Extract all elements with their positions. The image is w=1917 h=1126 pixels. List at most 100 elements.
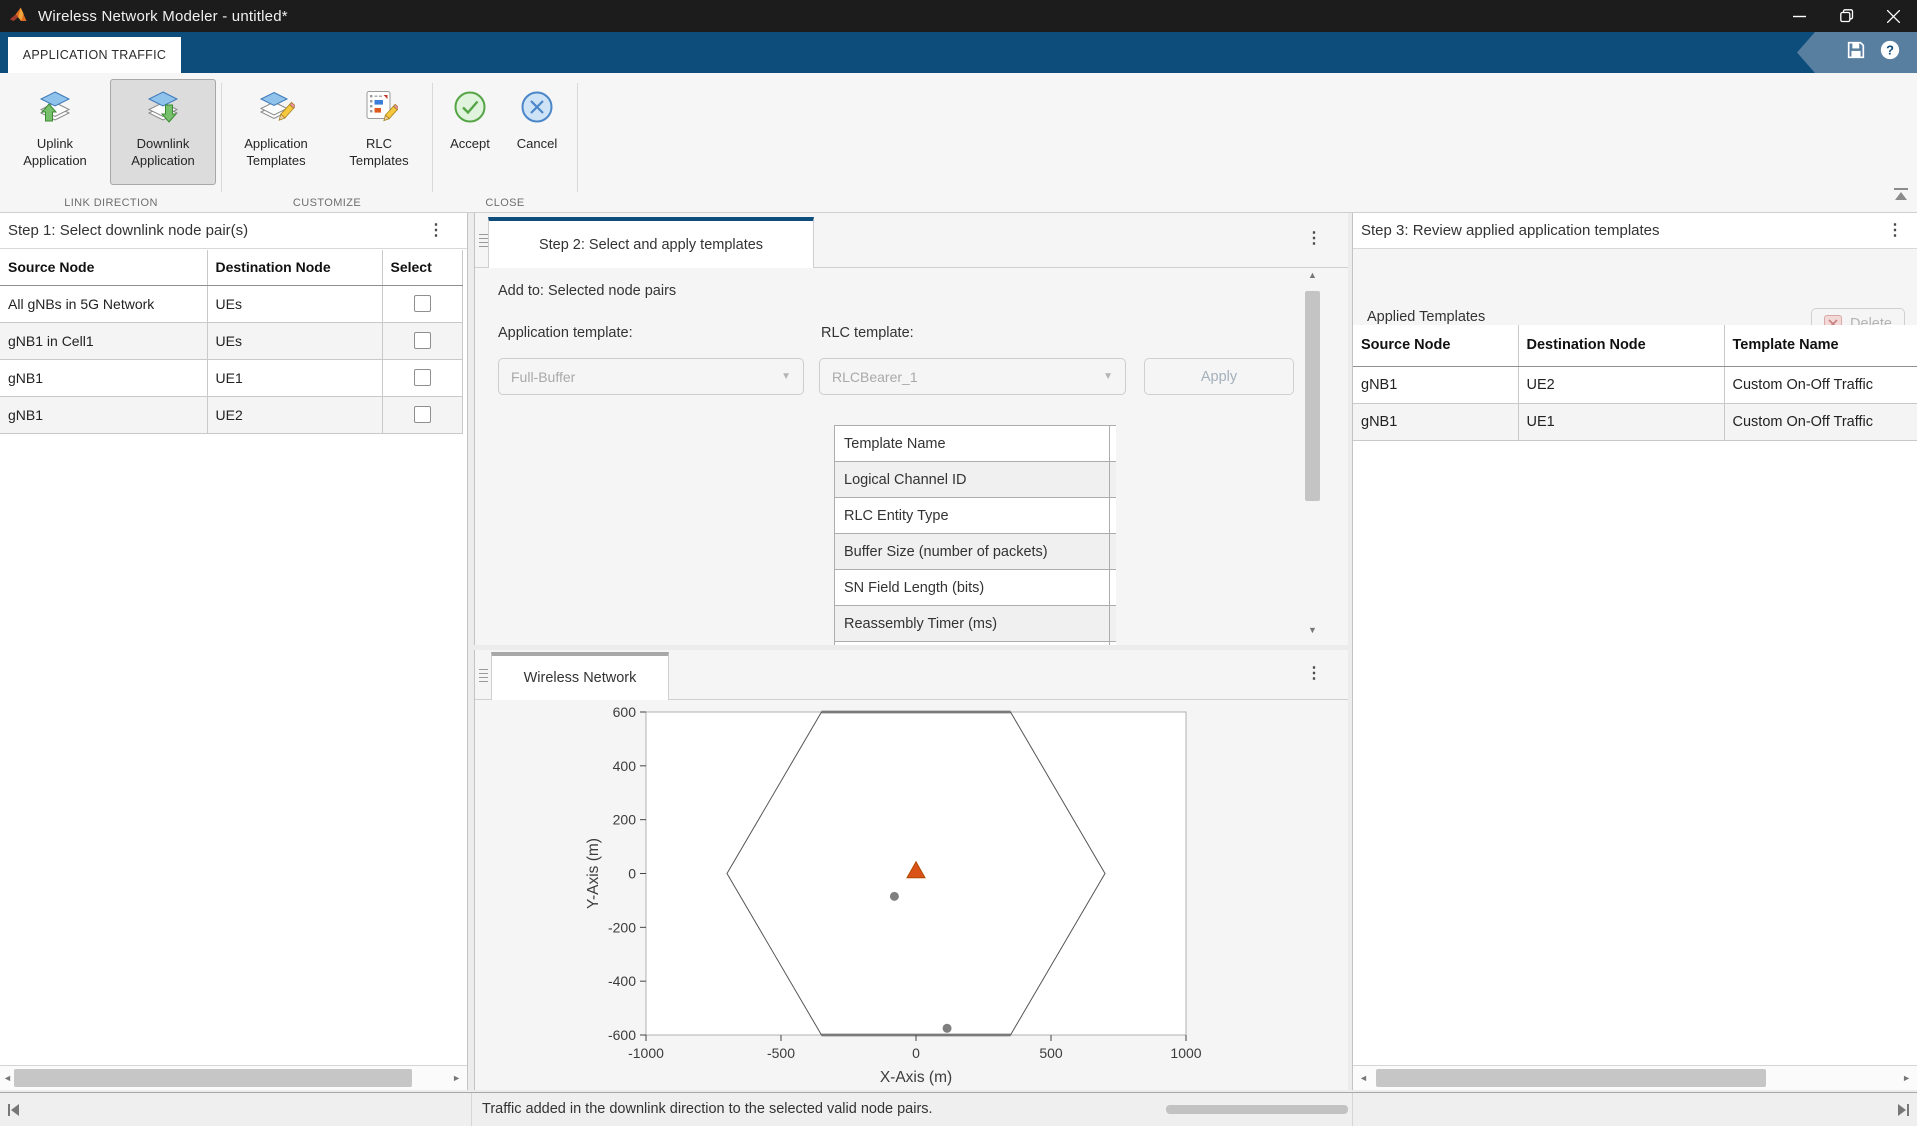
y-tick-label: 600 <box>613 704 637 720</box>
step1-title: Step 1: Select downlink node pair(s) <box>8 222 248 239</box>
step1-panel: Step 1: Select downlink node pair(s) ⋮ S… <box>0 213 468 1090</box>
panel-grip-icon[interactable] <box>479 669 488 682</box>
y-axis-label: Y-Axis (m) <box>585 838 602 909</box>
select-checkbox[interactable] <box>414 295 431 312</box>
tab-step2[interactable]: Step 2: Select and apply templates <box>488 217 814 268</box>
uplink-application-label: Uplink Application <box>23 135 87 169</box>
node-pairs-table: Source Node Destination Node Select All … <box>0 250 463 434</box>
step3-horizontal-scrollbar[interactable]: ◄ ► <box>1353 1065 1917 1090</box>
apply-button[interactable]: Apply <box>1144 358 1294 395</box>
param-row: SN Field Length (bits) <box>835 570 1117 606</box>
step1-horizontal-scrollbar[interactable]: ◄ ► <box>0 1065 467 1090</box>
status-scroll-thumb[interactable] <box>1166 1105 1348 1114</box>
col-template-name: Template Name <box>1724 325 1917 366</box>
dropdown-arrow-icon: ▼ <box>1103 371 1113 382</box>
application-template-dropdown[interactable]: Full-Buffer ▼ <box>498 358 804 395</box>
step2-menu-icon[interactable]: ⋮ <box>1306 231 1322 247</box>
tab-wireless-network[interactable]: Wireless Network <box>491 652 669 700</box>
app-window: Wireless Network Modeler - untitled* APP… <box>0 0 1917 1126</box>
ribbon-group-divider <box>432 83 433 192</box>
svg-text:?: ? <box>1886 43 1894 58</box>
table-row[interactable]: All gNBs in 5G Network UEs <box>0 285 462 322</box>
ue-marker <box>943 1024 952 1033</box>
cell-destination: UE2 <box>1518 366 1724 403</box>
table-row[interactable]: gNB1 UE2 Custom On-Off Traffic <box>1353 366 1917 403</box>
dropdown-arrow-icon: ▼ <box>781 371 791 382</box>
step3-header: Step 3: Review applied application templ… <box>1353 213 1917 249</box>
step3-menu-icon[interactable]: ⋮ <box>1887 223 1903 239</box>
minimize-button[interactable] <box>1776 0 1823 32</box>
col-select: Select <box>382 250 462 285</box>
ribbon-group-divider <box>221 83 222 192</box>
rlc-template-dropdown[interactable]: RLCBearer_1 ▼ <box>819 358 1126 395</box>
cell-source: gNB1 <box>1353 366 1518 403</box>
scroll-up-icon[interactable]: ▲ <box>1308 271 1317 280</box>
table-row[interactable]: gNB1 UE1 <box>0 359 462 396</box>
scrollbar-thumb[interactable] <box>1305 291 1320 501</box>
help-icon[interactable]: ? <box>1879 39 1901 66</box>
x-tick-label: -500 <box>767 1045 795 1061</box>
application-template-label: Application template: <box>498 325 633 341</box>
wireless-menu-icon[interactable]: ⋮ <box>1306 666 1322 682</box>
step1-menu-icon[interactable]: ⋮ <box>428 223 444 239</box>
application-templates-button[interactable]: Application Templates <box>226 79 326 185</box>
close-button[interactable] <box>1870 0 1917 32</box>
scroll-left-icon[interactable]: ◄ <box>1359 1074 1368 1083</box>
accept-icon <box>452 89 488 130</box>
cell-destination: UE1 <box>1518 403 1724 440</box>
scroll-right-icon[interactable]: ► <box>452 1074 461 1083</box>
x-tick-label: 500 <box>1039 1045 1063 1061</box>
downlink-application-button[interactable]: Downlink Application <box>110 79 216 185</box>
skip-to-start-icon[interactable] <box>6 1102 22 1123</box>
y-tick-label: 200 <box>613 812 637 828</box>
select-checkbox[interactable] <box>414 406 431 423</box>
cancel-button[interactable]: Cancel <box>504 79 570 185</box>
save-icon[interactable] <box>1845 39 1867 66</box>
ribbon-toolbar: Uplink Application Downlink Application <box>0 73 1917 213</box>
select-checkbox[interactable] <box>414 332 431 349</box>
step1-header: Step 1: Select downlink node pair(s) ⋮ <box>0 213 467 249</box>
x-tick-label: 1000 <box>1170 1045 1201 1061</box>
group-label-link-direction: LINK DIRECTION <box>0 197 222 209</box>
col-destination-node: Destination Node <box>207 250 382 285</box>
scroll-left-icon[interactable]: ◄ <box>3 1074 12 1083</box>
skip-to-end-icon[interactable] <box>1895 1102 1911 1123</box>
group-label-customize: CUSTOMIZE <box>222 197 432 209</box>
table-row[interactable]: gNB1 in Cell1 UEs <box>0 322 462 359</box>
scroll-right-icon[interactable]: ► <box>1902 1074 1911 1083</box>
x-tick-label: 0 <box>912 1045 920 1061</box>
param-row: Reassembly Timer (ms) <box>835 606 1117 642</box>
scroll-down-icon[interactable]: ▼ <box>1308 626 1317 635</box>
panel-grip-icon[interactable] <box>479 234 488 247</box>
param-label: Logical Channel ID <box>835 462 1110 498</box>
status-bar: Traffic added in the downlink direction … <box>0 1092 1917 1126</box>
x-tick-label: -1000 <box>628 1045 664 1061</box>
rlc-parameter-table-wrap: Template Name Logical Channel ID RLC Ent… <box>834 425 1116 645</box>
table-row[interactable]: gNB1 UE2 <box>0 396 462 433</box>
param-row: Logical Channel ID <box>835 462 1117 498</box>
scrollbar-thumb[interactable] <box>14 1069 412 1087</box>
select-checkbox[interactable] <box>414 369 431 386</box>
scrollbar-thumb[interactable] <box>1376 1069 1766 1087</box>
group-label-close: CLOSE <box>432 197 578 209</box>
network-plot: -1000-500050010006004002000-200-400-600X… <box>475 700 1349 1090</box>
x-axis-label: X-Axis (m) <box>880 1069 952 1086</box>
rlc-parameter-table: Template Name Logical Channel ID RLC Ent… <box>834 425 1116 645</box>
add-to-label: Add to: Selected node pairs <box>498 283 676 299</box>
window-controls <box>1776 0 1917 32</box>
step3-panel: Step 3: Review applied application templ… <box>1352 213 1917 1090</box>
step2-vertical-scrollbar[interactable]: ▲ ▼ <box>1304 265 1321 641</box>
step3-title: Step 3: Review applied application templ… <box>1361 222 1660 239</box>
rlc-templates-icon <box>360 89 398 130</box>
status-divider <box>1352 1093 1353 1126</box>
uplink-application-button[interactable]: Uplink Application <box>4 79 106 185</box>
table-row[interactable]: gNB1 UE1 Custom On-Off Traffic <box>1353 403 1917 440</box>
cell-source: gNB1 <box>0 359 207 396</box>
restore-button[interactable] <box>1823 0 1870 32</box>
ribbon-tab-strip: APPLICATION TRAFFIC ? <box>0 32 1917 73</box>
collapse-ribbon-icon[interactable] <box>1892 187 1910 207</box>
accept-button[interactable]: Accept <box>438 79 502 185</box>
tab-application-traffic[interactable]: APPLICATION TRAFFIC <box>8 37 181 73</box>
rlc-templates-button[interactable]: RLC Templates <box>330 79 428 185</box>
param-label: SN Field Length (bits) <box>835 570 1110 606</box>
